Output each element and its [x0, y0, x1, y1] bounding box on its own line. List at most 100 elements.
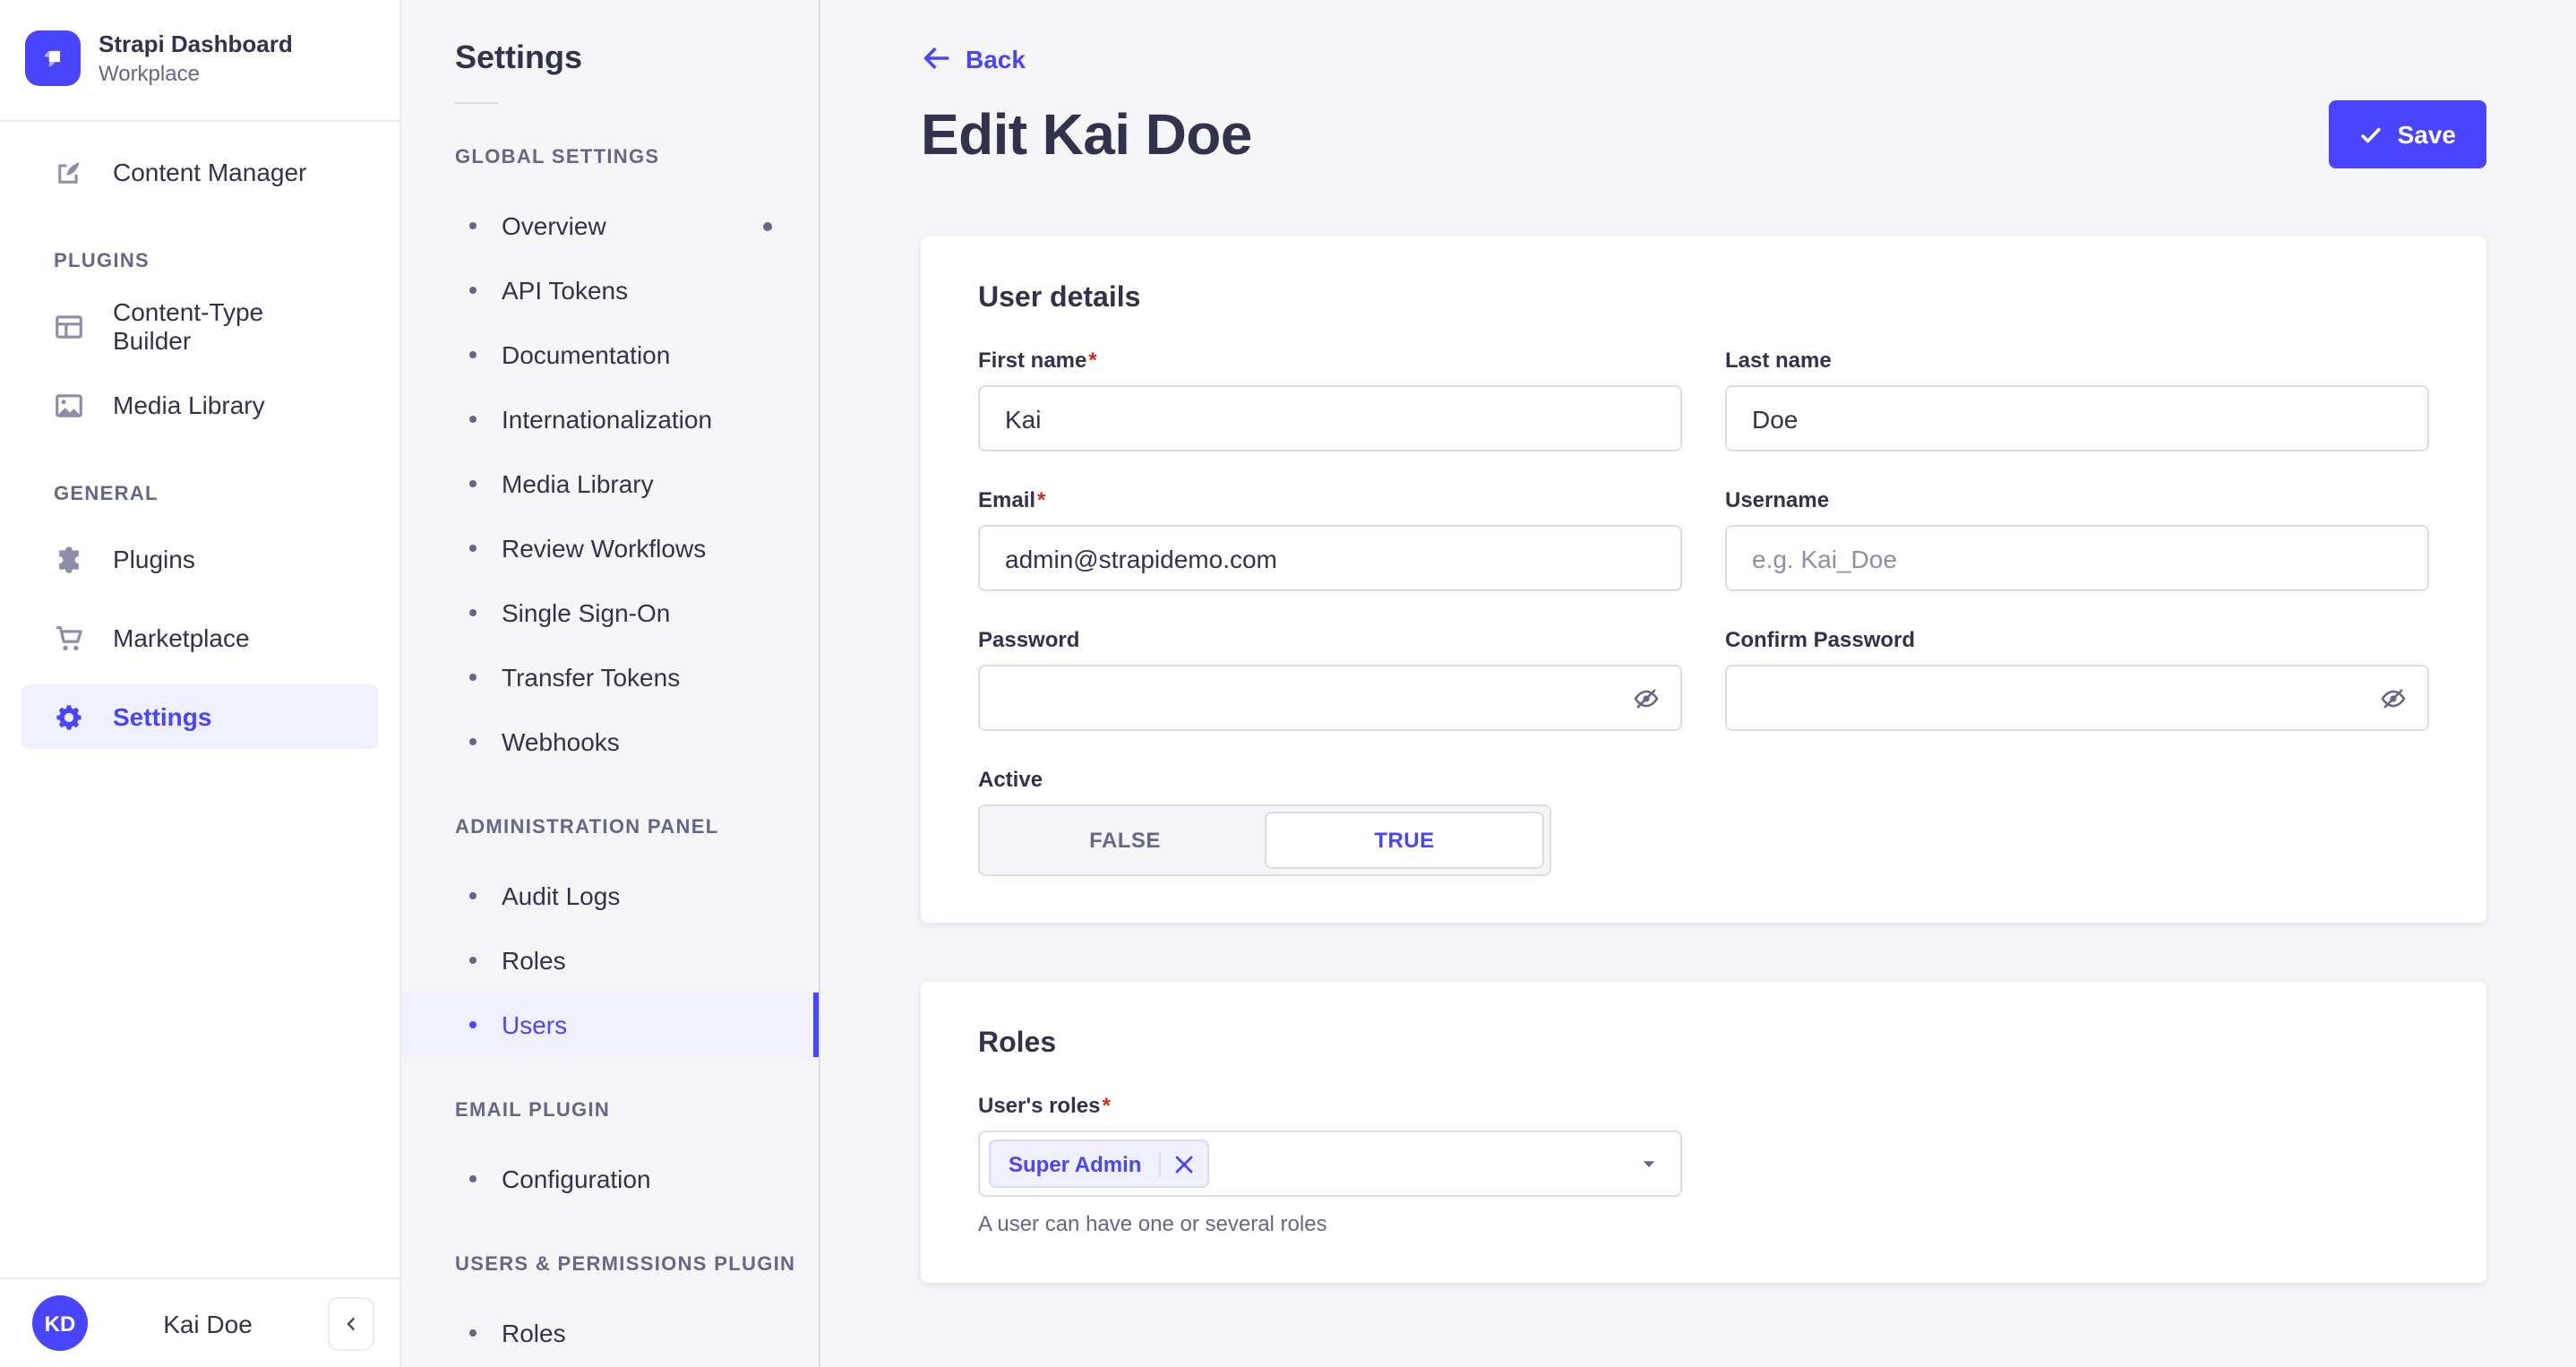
group-email-plugin: EMAIL PLUGIN	[455, 1100, 611, 1122]
sidebar-item-media-library[interactable]: Media Library	[21, 373, 378, 437]
field-first-name: First name *	[978, 348, 1682, 451]
workspace-title: Strapi Dashboard	[99, 30, 293, 57]
active-toggle: FALSE TRUE	[978, 804, 1551, 876]
subnav-item-review-workflows[interactable]: Review Workflows	[401, 516, 819, 580]
required-asterisk: *	[1102, 1093, 1111, 1118]
field-confirm-password: Confirm Password	[1725, 627, 2429, 731]
eye-slash-icon	[2381, 688, 2406, 708]
notification-dot-icon	[763, 221, 772, 230]
username-input[interactable]	[1725, 525, 2429, 591]
bullet-icon	[469, 1021, 477, 1028]
last-name-label: Last name	[1725, 348, 1832, 373]
bullet-icon	[469, 738, 477, 745]
required-asterisk: *	[1088, 348, 1097, 373]
settings-subnav: Settings GLOBAL SETTINGS Overview API To…	[401, 0, 820, 1367]
subnav-item-transfer-tokens[interactable]: Transfer Tokens	[401, 645, 819, 709]
confirm-password-input[interactable]	[1725, 665, 2429, 731]
active-toggle-false[interactable]: FALSE	[985, 812, 1265, 869]
password-input-wrap	[978, 665, 1682, 731]
sidebar-item-marketplace[interactable]: Marketplace	[21, 606, 378, 670]
page-title: Edit Kai Doe	[921, 101, 1252, 166]
user-details-form: First name* Last name Email* Username	[978, 348, 2429, 876]
subnav-item-label: API Tokens	[502, 276, 629, 305]
sidebar-item-label: Media Library	[113, 391, 265, 419]
bullet-icon	[469, 674, 477, 681]
active-toggle-true[interactable]: TRUE	[1265, 812, 1544, 869]
bullet-icon	[469, 222, 477, 229]
sidebar-item-label: Plugins	[113, 545, 195, 573]
active-label: Active	[978, 767, 1043, 792]
user-roles-select[interactable]: Super Admin	[978, 1131, 1682, 1197]
collapse-sidebar-button[interactable]	[328, 1296, 374, 1350]
field-email: Email *	[978, 487, 1682, 591]
subnav-item-up-roles[interactable]: Roles	[401, 1301, 819, 1365]
close-icon	[1176, 1155, 1193, 1173]
toggle-password-visibility-button[interactable]	[1632, 684, 1661, 712]
back-label: Back	[966, 44, 1026, 73]
sidebar-item-label: Marketplace	[113, 623, 250, 652]
subnav-item-label: Users	[502, 1010, 568, 1039]
last-name-input[interactable]	[1725, 385, 2429, 451]
sidebar-item-label: Content Manager	[113, 158, 307, 186]
main-nav: Content Manager PLUGINS Content-Type Bui…	[0, 122, 399, 1277]
subnav-item-configuration[interactable]: Configuration	[401, 1147, 819, 1211]
avatar[interactable]: KD	[32, 1295, 88, 1351]
subnav-item-users[interactable]: Users	[401, 993, 819, 1057]
subnav-item-media-library[interactable]: Media Library	[401, 451, 819, 516]
bullet-icon	[469, 480, 477, 487]
cart-icon	[54, 623, 84, 653]
subnav-item-admin-roles[interactable]: Roles	[401, 928, 819, 993]
current-user-name: Kai Doe	[163, 1309, 253, 1337]
main-content: Back Edit Kai Doe Save User details Firs…	[820, 0, 2576, 1367]
bullet-icon	[469, 609, 477, 616]
layout-grid-icon	[54, 311, 84, 341]
subnav-item-overview[interactable]: Overview	[401, 193, 819, 258]
main-sidebar: Strapi Dashboard Workplace Content Manag…	[0, 0, 401, 1367]
subnav-item-label: Internationalization	[502, 405, 713, 434]
eye-slash-icon	[1634, 688, 1659, 708]
password-input[interactable]	[978, 665, 1682, 731]
bullet-icon	[469, 892, 477, 899]
bullet-icon	[469, 351, 477, 358]
group-administration-panel: ADMINISTRATION PANEL	[455, 817, 719, 838]
subnav-item-label: Roles	[502, 1319, 566, 1347]
chevron-left-icon	[347, 1317, 355, 1329]
bullet-icon	[469, 287, 477, 294]
confirm-password-label: Confirm Password	[1725, 627, 1916, 652]
subnav-item-audit-logs[interactable]: Audit Logs	[401, 864, 819, 928]
subnav-item-label: Documentation	[502, 340, 671, 369]
subnav-title: Settings	[455, 39, 583, 75]
remove-role-button[interactable]	[1161, 1141, 1207, 1186]
image-icon	[54, 390, 84, 420]
subnav-item-label: Media Library	[502, 469, 654, 498]
screen: Strapi Dashboard Workplace Content Manag…	[0, 0, 2576, 1367]
sidebar-item-plugins[interactable]: Plugins	[21, 527, 378, 591]
sidebar-item-content-type-builder[interactable]: Content-Type Builder	[21, 294, 378, 358]
sidebar-item-label: Content-Type Builder	[113, 297, 264, 355]
subnav-item-internationalization[interactable]: Internationalization	[401, 387, 819, 451]
workspace-switcher[interactable]: Strapi Dashboard Workplace	[0, 0, 399, 120]
first-name-input[interactable]	[978, 385, 1682, 451]
role-tag-label: Super Admin	[1009, 1151, 1142, 1176]
sidebar-item-label: Settings	[113, 702, 212, 731]
role-tag-super-admin: Super Admin	[989, 1139, 1210, 1188]
email-input[interactable]	[978, 525, 1682, 591]
sidebar-item-settings[interactable]: Settings	[21, 684, 378, 749]
subnav-item-webhooks[interactable]: Webhooks	[401, 709, 819, 774]
field-password: Password	[978, 627, 1682, 731]
user-details-title: User details	[978, 283, 1141, 314]
subnav-item-documentation[interactable]: Documentation	[401, 322, 819, 387]
user-details-card: User details First name* Last name Email…	[921, 236, 2486, 923]
back-link[interactable]: Back	[921, 43, 1026, 73]
strapi-admin-app: Strapi Dashboard Workplace Content Manag…	[0, 0, 2576, 1367]
toggle-confirm-password-visibility-button[interactable]	[2379, 684, 2408, 712]
subnav-item-single-sign-on[interactable]: Single Sign-On	[401, 580, 819, 645]
subnav-item-api-tokens[interactable]: API Tokens	[401, 258, 819, 322]
save-button[interactable]: Save	[2329, 100, 2486, 168]
strapi-glyph	[44, 50, 61, 67]
field-username: Username	[1725, 487, 2429, 591]
chevron-down-icon	[1639, 1154, 1659, 1174]
gear-icon	[54, 701, 84, 732]
sidebar-item-content-manager[interactable]: Content Manager	[21, 140, 378, 204]
subnav-item-label: Single Sign-On	[502, 598, 671, 627]
